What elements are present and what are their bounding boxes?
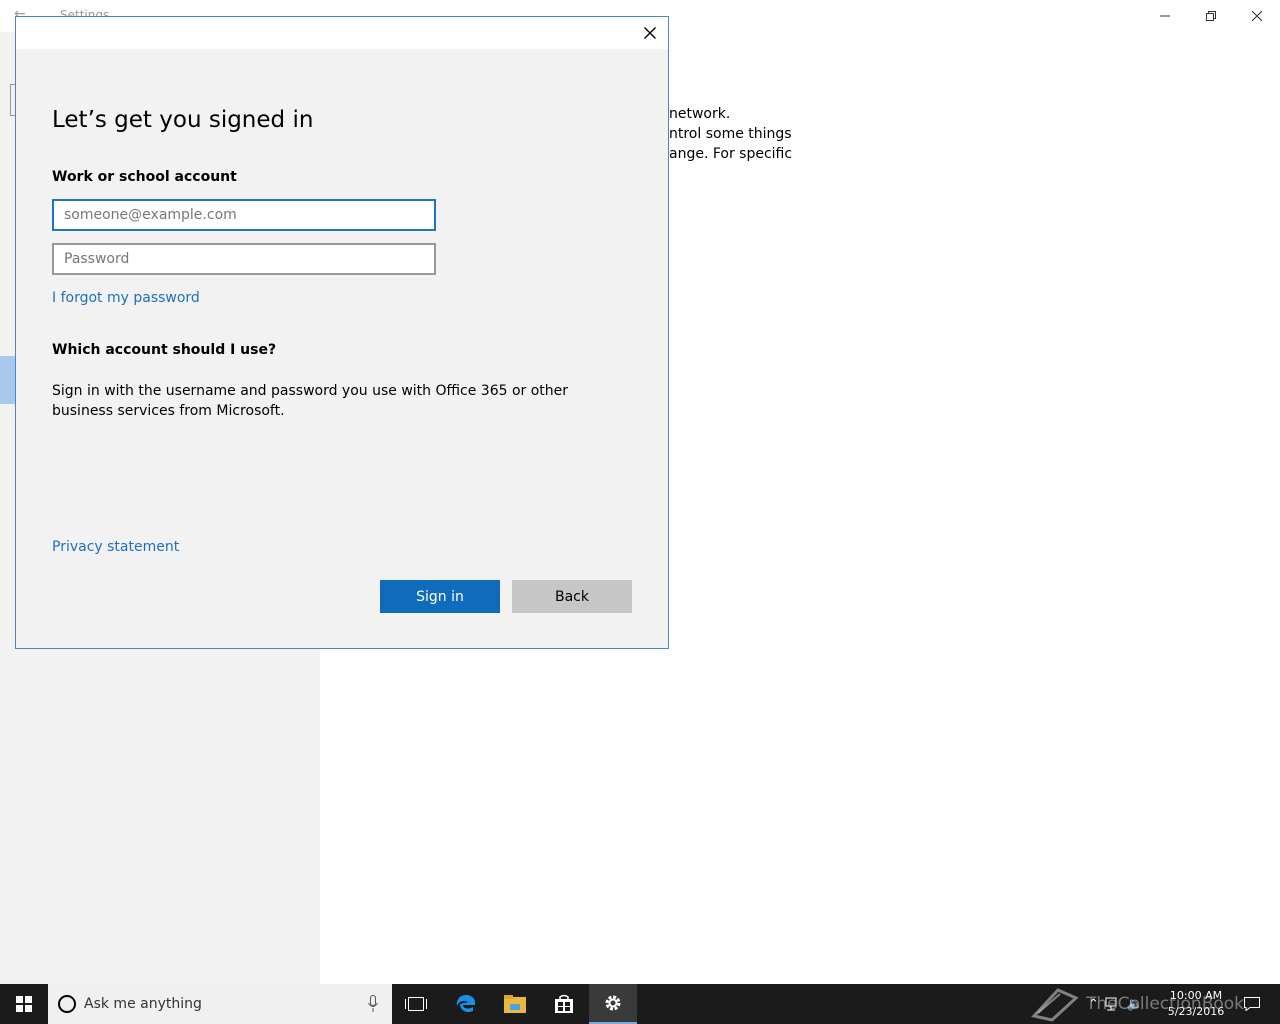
store-button[interactable] bbox=[540, 984, 588, 1024]
file-explorer-button[interactable] bbox=[491, 984, 539, 1024]
dialog-close-button[interactable] bbox=[632, 17, 668, 49]
sign-in-button[interactable]: Sign in bbox=[380, 580, 500, 613]
privacy-statement-link[interactable]: Privacy statement bbox=[52, 539, 179, 555]
edge-button[interactable] bbox=[442, 984, 490, 1024]
clock-date: 5/23/2016 bbox=[1167, 1005, 1225, 1018]
sidebar-selected-indicator bbox=[0, 356, 16, 404]
background-text-line: ange. For specific bbox=[669, 146, 793, 162]
volume-icon[interactable]: 🔈 bbox=[1127, 997, 1143, 1012]
taskbar: Ask me anything ⌃ 🔈 10:00 AM 5/23/2016 bbox=[0, 984, 1280, 1024]
close-window-button[interactable] bbox=[1234, 0, 1280, 32]
password-input[interactable] bbox=[52, 243, 436, 275]
background-text-line: network. bbox=[669, 106, 731, 122]
signin-dialog: Let’s get you signed in Work or school a… bbox=[15, 16, 669, 649]
account-description: Sign in with the username and password y… bbox=[52, 383, 569, 419]
system-tray: ⌃ 🔈 bbox=[1088, 984, 1143, 1024]
edge-icon bbox=[456, 995, 476, 1013]
microphone-icon[interactable] bbox=[368, 995, 378, 1013]
restore-icon bbox=[1206, 11, 1216, 21]
task-view-icon bbox=[405, 997, 427, 1011]
restore-button[interactable] bbox=[1188, 0, 1234, 32]
clock-time: 10:00 AM bbox=[1169, 989, 1223, 1002]
account-label: Work or school account bbox=[52, 169, 237, 185]
windows-logo-icon bbox=[16, 996, 32, 1012]
close-icon bbox=[644, 27, 656, 39]
file-explorer-icon bbox=[504, 995, 526, 1013]
clock[interactable]: 10:00 AM 5/23/2016 bbox=[1164, 988, 1228, 1020]
cortana-search-box[interactable]: Ask me anything bbox=[48, 984, 392, 1024]
settings-taskbar-button[interactable] bbox=[589, 984, 637, 1024]
start-button[interactable] bbox=[0, 984, 48, 1024]
show-hidden-icons-icon[interactable]: ⌃ bbox=[1088, 997, 1099, 1012]
network-icon[interactable] bbox=[1105, 997, 1121, 1011]
notification-icon bbox=[1244, 997, 1260, 1011]
task-view-button[interactable] bbox=[392, 984, 440, 1024]
search-placeholder: Ask me anything bbox=[84, 996, 202, 1012]
action-center-button[interactable] bbox=[1232, 984, 1272, 1024]
settings-gear-icon bbox=[605, 995, 621, 1011]
dialog-heading: Let’s get you signed in bbox=[52, 107, 314, 133]
close-icon bbox=[1252, 11, 1262, 21]
background-text-line: ntrol some things bbox=[669, 126, 792, 142]
back-button[interactable]: Back bbox=[512, 580, 632, 613]
store-icon bbox=[555, 994, 573, 1013]
which-account-heading: Which account should I use? bbox=[52, 342, 277, 358]
minimize-button[interactable] bbox=[1142, 0, 1188, 32]
forgot-password-link[interactable]: I forgot my password bbox=[52, 290, 200, 306]
cortana-icon bbox=[58, 995, 76, 1013]
dialog-titlebar bbox=[16, 17, 668, 49]
minimize-icon bbox=[1160, 15, 1170, 17]
email-input[interactable] bbox=[52, 199, 436, 231]
